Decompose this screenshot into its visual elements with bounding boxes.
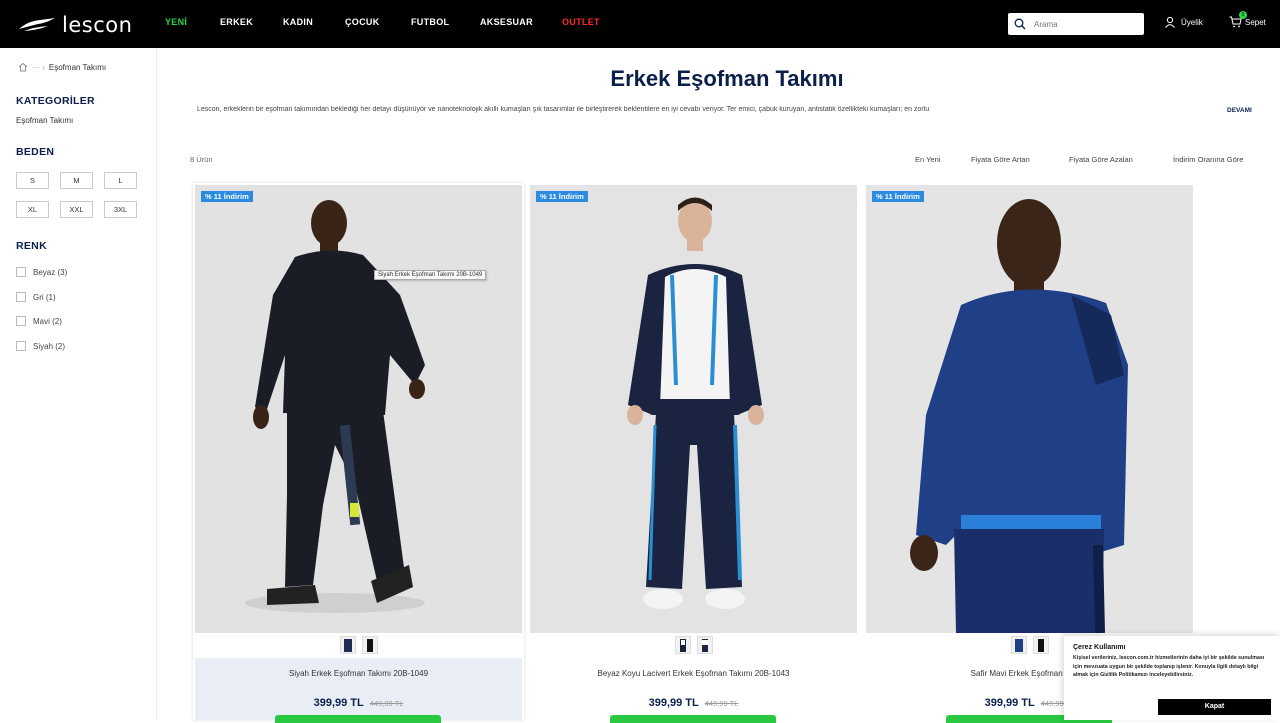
color-filter-gri[interactable]: Gri (1) bbox=[16, 292, 56, 302]
category-item[interactable]: Eşofman Takımı bbox=[16, 116, 73, 125]
discount-badge: % 11 İndirim bbox=[872, 191, 924, 202]
image-tooltip: Siyah Erkek Eşofman Takımı 20B-1049 bbox=[374, 270, 487, 280]
color-label: Siyah (2) bbox=[33, 341, 66, 351]
checkbox[interactable] bbox=[16, 292, 26, 302]
product-old-price: 449,99 TL bbox=[704, 699, 739, 708]
cookie-close-button[interactable]: Kapat bbox=[1158, 699, 1271, 715]
product-card[interactable]: % 11 İndirim Siyah Erkek Eşofman Takımı … bbox=[193, 183, 524, 723]
discount-badge: % 11 İndirim bbox=[201, 191, 253, 202]
color-thumbnails bbox=[193, 636, 524, 654]
nav-item-yeni[interactable]: YENİ bbox=[165, 17, 220, 27]
checkbox[interactable] bbox=[16, 341, 26, 351]
account-link[interactable]: Üyelik bbox=[1164, 16, 1203, 28]
thumbnail-navy[interactable] bbox=[339, 636, 356, 654]
thumbnail-white-navy[interactable] bbox=[674, 636, 691, 654]
size-option-l[interactable]: L bbox=[104, 172, 137, 189]
nav-item-kadin[interactable]: KADIN bbox=[283, 17, 345, 27]
lescon-logo-icon bbox=[19, 18, 55, 31]
brand-name: lescon bbox=[62, 13, 133, 37]
product-info[interactable]: Siyah Erkek Eşofman Takımı 20B-1049 399,… bbox=[195, 658, 522, 723]
color-filter-mavi[interactable]: Mavi (2) bbox=[16, 316, 62, 326]
product-name[interactable]: Beyaz Koyu Lacivert Erkek Eşofman Takımı… bbox=[530, 669, 857, 678]
color-label: Gri (1) bbox=[33, 292, 56, 302]
page-title: Erkek Eşofman Takımı bbox=[610, 66, 844, 91]
account-label: Üyelik bbox=[1181, 17, 1203, 27]
model-blue-tracksuit bbox=[866, 185, 1193, 633]
product-name[interactable]: Siyah Erkek Eşofman Takımı 20B-1049 bbox=[195, 669, 522, 678]
product-image[interactable]: % 11 İndirim bbox=[866, 185, 1193, 633]
size-option-3xl[interactable]: 3XL bbox=[104, 201, 137, 218]
sort-discount[interactable]: İndirim Oranına Göre bbox=[1173, 155, 1243, 164]
sort-price-desc[interactable]: Fiyata Göre Azalan bbox=[1069, 155, 1133, 164]
size-heading: BEDEN bbox=[16, 146, 55, 158]
user-icon bbox=[1165, 16, 1175, 28]
categories-heading: KATEGORİLER bbox=[16, 95, 95, 107]
color-heading: RENK bbox=[16, 240, 47, 252]
search-box[interactable] bbox=[1008, 13, 1144, 35]
product-old-price: 449,99 TL bbox=[369, 699, 404, 708]
product-info[interactable]: Beyaz Koyu Lacivert Erkek Eşofman Takımı… bbox=[530, 658, 857, 723]
breadcrumb: ··· › Eşofman Takımı bbox=[18, 62, 106, 72]
color-filter-siyah[interactable]: Siyah (2) bbox=[16, 341, 65, 351]
breadcrumb-separator: ··· › bbox=[32, 62, 45, 72]
main-nav: YENİ ERKEK KADIN ÇOCUK FUTBOL AKSESUAR O… bbox=[165, 17, 600, 27]
product-price: 399,99 TL bbox=[313, 697, 364, 709]
promo-banner bbox=[275, 715, 441, 723]
promo-banner bbox=[610, 715, 776, 723]
thumbnail-black[interactable] bbox=[1032, 636, 1049, 654]
breadcrumb-current[interactable]: Eşofman Takımı bbox=[49, 63, 106, 72]
category-description: Lescon, erkeklerin bir eşofman takımında… bbox=[197, 106, 930, 113]
product-count: 8 Ürün bbox=[190, 155, 213, 164]
top-navigation-bar: lescon YENİ ERKEK KADIN ÇOCUK FUTBOL AKS… bbox=[0, 0, 1280, 48]
product-price: 399,99 TL bbox=[984, 697, 1035, 709]
product-image[interactable]: % 11 İndirim bbox=[195, 185, 522, 633]
price-block: 399,99 TL 449,99 TL bbox=[195, 697, 522, 709]
color-label: Mavi (2) bbox=[33, 316, 62, 326]
cookie-title: Çerez Kullanımı bbox=[1073, 644, 1126, 651]
cookie-consent-popup: Çerez Kullanımı Kişisel verileriniz, les… bbox=[1064, 636, 1280, 720]
read-more-link[interactable]: DEVAMI bbox=[1227, 107, 1252, 114]
thumbnail-white[interactable] bbox=[696, 636, 713, 654]
price-block: 399,99 TL 449,99 TL bbox=[530, 697, 857, 709]
search-input[interactable] bbox=[1034, 19, 1134, 29]
brand-logo[interactable]: lescon bbox=[18, 13, 132, 37]
filter-sidebar: ··· › Eşofman Takımı KATEGORİLER Eşofman… bbox=[0, 48, 157, 720]
nav-item-aksesuar[interactable]: AKSESUAR bbox=[480, 17, 562, 27]
cart-label: Sepet bbox=[1245, 17, 1266, 27]
nav-item-futbol[interactable]: FUTBOL bbox=[411, 17, 480, 27]
model-black-tracksuit bbox=[195, 185, 522, 633]
cookie-text: Kişisel verileriniz, lescon.com.tr hizme… bbox=[1073, 655, 1265, 678]
product-price: 399,99 TL bbox=[648, 697, 699, 709]
size-option-s[interactable]: S bbox=[16, 172, 49, 189]
thumbnail-blue[interactable] bbox=[1010, 636, 1027, 654]
model-white-navy-tracksuit bbox=[530, 185, 857, 633]
size-option-m[interactable]: M bbox=[60, 172, 93, 189]
color-label: Beyaz (3) bbox=[33, 267, 68, 277]
search-icon bbox=[1014, 18, 1026, 30]
nav-item-cocuk[interactable]: ÇOCUK bbox=[345, 17, 411, 27]
product-image[interactable]: % 11 İndirim bbox=[530, 185, 857, 633]
home-icon[interactable] bbox=[18, 62, 28, 72]
size-option-xxl[interactable]: XXL bbox=[60, 201, 93, 218]
nav-item-erkek[interactable]: ERKEK bbox=[220, 17, 283, 27]
color-thumbnails bbox=[528, 636, 859, 654]
cart-link[interactable]: 0 Sepet bbox=[1229, 11, 1266, 28]
size-option-xl[interactable]: XL bbox=[16, 201, 49, 218]
color-filter-beyaz[interactable]: Beyaz (3) bbox=[16, 267, 67, 277]
product-card[interactable]: % 11 İndirim Beyaz Koyu Lacivert Erkek E… bbox=[528, 183, 859, 723]
thumbnail-black[interactable] bbox=[361, 636, 378, 654]
discount-badge: % 11 İndirim bbox=[536, 191, 588, 202]
nav-item-outlet[interactable]: OUTLET bbox=[562, 17, 600, 27]
sort-newest[interactable]: En Yeni bbox=[915, 155, 940, 164]
sort-price-asc[interactable]: Fiyata Göre Artan bbox=[971, 155, 1030, 164]
checkbox[interactable] bbox=[16, 267, 26, 277]
checkbox[interactable] bbox=[16, 316, 26, 326]
cart-count-badge: 0 bbox=[1239, 11, 1247, 19]
